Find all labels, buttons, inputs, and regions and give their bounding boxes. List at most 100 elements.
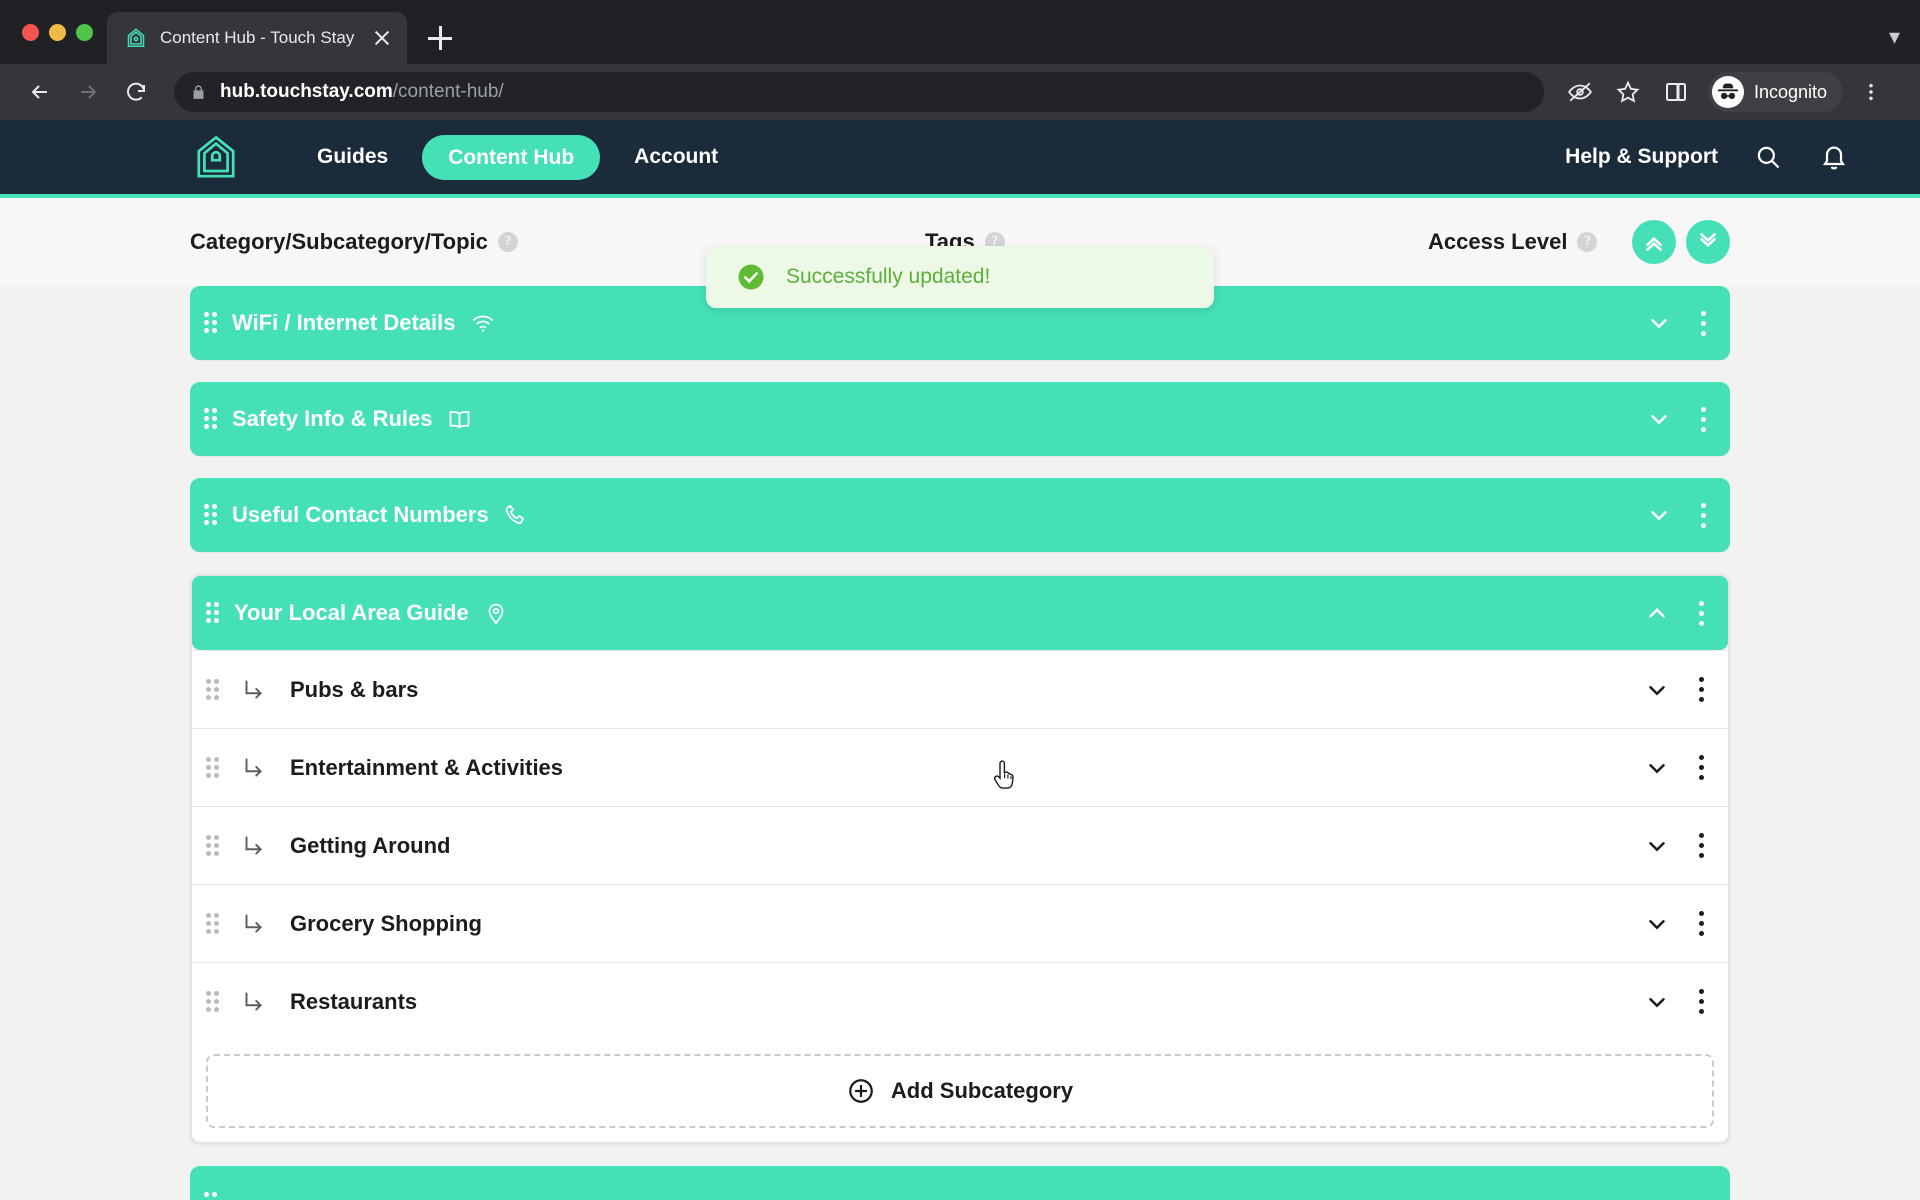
minimize-window-button[interactable] <box>49 23 66 41</box>
category-row-next-partial[interactable] <box>190 1166 1730 1200</box>
row-actions <box>1644 989 1728 1015</box>
drag-handle-icon[interactable] <box>204 312 220 334</box>
subcategory-title: Restaurants <box>290 988 418 1014</box>
column-header-access-level: Access Level ? <box>1428 229 1598 255</box>
drag-handle-icon[interactable] <box>206 602 222 624</box>
drag-handle-icon[interactable] <box>204 504 220 526</box>
category-title: Safety Info & Rules <box>232 406 473 433</box>
subcategory-row-pubs-bars[interactable]: Pubs & bars <box>192 650 1728 728</box>
nav-item-content-hub[interactable]: Content Hub <box>422 134 601 180</box>
eye-slash-icon[interactable] <box>1560 72 1600 112</box>
expand-category-button[interactable] <box>1646 502 1672 528</box>
drag-handle-icon[interactable] <box>206 834 222 857</box>
chevron-down-icon <box>1651 415 1667 425</box>
success-toast: Successfully updated! <box>706 246 1214 308</box>
browser-menu-button[interactable] <box>1851 72 1891 112</box>
column-header-category: Category/Subcategory/Topic ? <box>190 229 518 255</box>
tab-favicon-icon <box>127 28 145 47</box>
bookmark-star-icon[interactable] <box>1608 72 1648 112</box>
category-row-your-local-area-guide[interactable]: Your Local Area Guide <box>192 576 1728 650</box>
arrow-right-icon <box>81 85 97 99</box>
navbar-right: Help & Support <box>1565 141 1880 173</box>
collapse-all-button[interactable] <box>1632 220 1676 264</box>
drag-handle-icon[interactable] <box>206 678 222 701</box>
row-menu-button[interactable] <box>1698 310 1708 336</box>
expand-category-button[interactable] <box>1646 310 1672 336</box>
chevron-down-icon <box>1651 319 1667 329</box>
new-tab-button[interactable] <box>417 15 463 61</box>
profile-incognito-button[interactable]: Incognito <box>1708 72 1844 112</box>
help-circle-icon[interactable]: ? <box>1577 232 1598 252</box>
expand-subcategory-button[interactable] <box>1644 989 1670 1015</box>
navbar-links: Guides Content Hub Account <box>317 134 718 180</box>
row-actions <box>1646 406 1730 432</box>
expand-category-button[interactable] <box>1646 406 1672 432</box>
expand-subcategory-button[interactable] <box>1644 833 1670 859</box>
arrow-left-icon <box>31 85 47 99</box>
row-menu-button[interactable] <box>1696 989 1706 1015</box>
nav-item-account[interactable]: Account <box>634 145 718 169</box>
chevron-down-icon <box>1649 919 1665 930</box>
subcategory-row-grocery-shopping[interactable]: Grocery Shopping <box>192 884 1728 962</box>
forward-button[interactable] <box>66 70 110 114</box>
column-header-category-label: Category/Subcategory/Topic <box>190 229 488 254</box>
drag-handle-icon[interactable] <box>204 1192 220 1200</box>
address-bar-text: hub.touchstay.com/content-hub/ <box>220 81 504 103</box>
row-actions <box>1644 911 1728 937</box>
lock-icon <box>193 84 204 99</box>
open-book-icon <box>450 410 470 428</box>
tab-title: Content Hub - Touch Stay <box>160 28 355 47</box>
reload-icon <box>127 82 145 101</box>
touchstay-house-logo-icon[interactable] <box>185 120 247 196</box>
bell-icon[interactable] <box>1818 141 1850 173</box>
reload-button[interactable] <box>114 70 158 114</box>
help-circle-icon[interactable]: ? <box>497 232 518 252</box>
expand-all-button[interactable] <box>1686 220 1730 264</box>
browser-tab[interactable]: Content Hub - Touch Stay <box>107 12 407 64</box>
category-title: Your Local Area Guide <box>234 600 509 626</box>
close-window-button[interactable] <box>22 23 39 41</box>
row-menu-button[interactable] <box>1696 677 1706 703</box>
drag-handle-icon[interactable] <box>206 756 222 779</box>
tab-strip: Content Hub - Touch Stay ▾ <box>0 0 1920 64</box>
row-menu-button[interactable] <box>1696 911 1706 937</box>
browser-toolbar: hub.touchstay.com/content-hub/ Incognito <box>0 64 1920 120</box>
address-bar[interactable]: hub.touchstay.com/content-hub/ <box>174 72 1544 112</box>
collapse-category-button[interactable] <box>1644 600 1670 626</box>
row-actions <box>1644 755 1728 781</box>
tab-search-chevron-down-icon[interactable]: ▾ <box>1889 24 1900 50</box>
search-icon[interactable] <box>1752 141 1784 173</box>
app-navbar: Guides Content Hub Account Help & Suppor… <box>0 120 1920 198</box>
subcategory-row-getting-around[interactable]: Getting Around <box>192 806 1728 884</box>
subcategory-row-entertainment-activities[interactable]: Entertainment & Activities <box>192 728 1728 806</box>
expand-subcategory-button[interactable] <box>1644 911 1670 937</box>
row-menu-button[interactable] <box>1696 833 1706 859</box>
category-row-useful-contact-numbers[interactable]: Useful Contact Numbers <box>190 478 1730 552</box>
drag-handle-icon[interactable] <box>206 912 222 935</box>
row-menu-button[interactable] <box>1696 600 1706 626</box>
row-menu-button[interactable] <box>1698 502 1708 528</box>
column-header-access-level-label: Access Level <box>1428 229 1568 254</box>
row-menu-button[interactable] <box>1696 755 1706 781</box>
page-viewport: Guides Content Hub Account Help & Suppor… <box>0 120 1920 1200</box>
back-button[interactable] <box>18 70 62 114</box>
toolbar-actions: Incognito <box>1560 72 1891 112</box>
url-domain: hub.touchstay.com <box>220 81 393 102</box>
drag-handle-icon[interactable] <box>206 990 222 1013</box>
close-tab-button[interactable] <box>369 25 395 51</box>
expand-subcategory-button[interactable] <box>1644 755 1670 781</box>
side-panel-icon[interactable] <box>1656 72 1696 112</box>
row-menu-button[interactable] <box>1698 406 1708 432</box>
arrow-branch-icon <box>245 991 262 1011</box>
maximize-window-button[interactable] <box>76 23 93 41</box>
add-subcategory-button[interactable]: Add Subcategory <box>206 1054 1714 1128</box>
nav-item-guides[interactable]: Guides <box>317 145 388 169</box>
nav-item-help-support[interactable]: Help & Support <box>1565 145 1718 169</box>
arrow-branch-icon <box>245 913 262 933</box>
drag-handle-icon[interactable] <box>204 408 220 430</box>
expand-subcategory-button[interactable] <box>1644 677 1670 703</box>
incognito-hat-icon <box>1712 76 1744 108</box>
category-row-safety-info-rules[interactable]: Safety Info & Rules <box>190 382 1730 456</box>
subcategory-row-restaurants[interactable]: Restaurants <box>192 962 1728 1040</box>
arrow-branch-icon <box>245 757 262 777</box>
